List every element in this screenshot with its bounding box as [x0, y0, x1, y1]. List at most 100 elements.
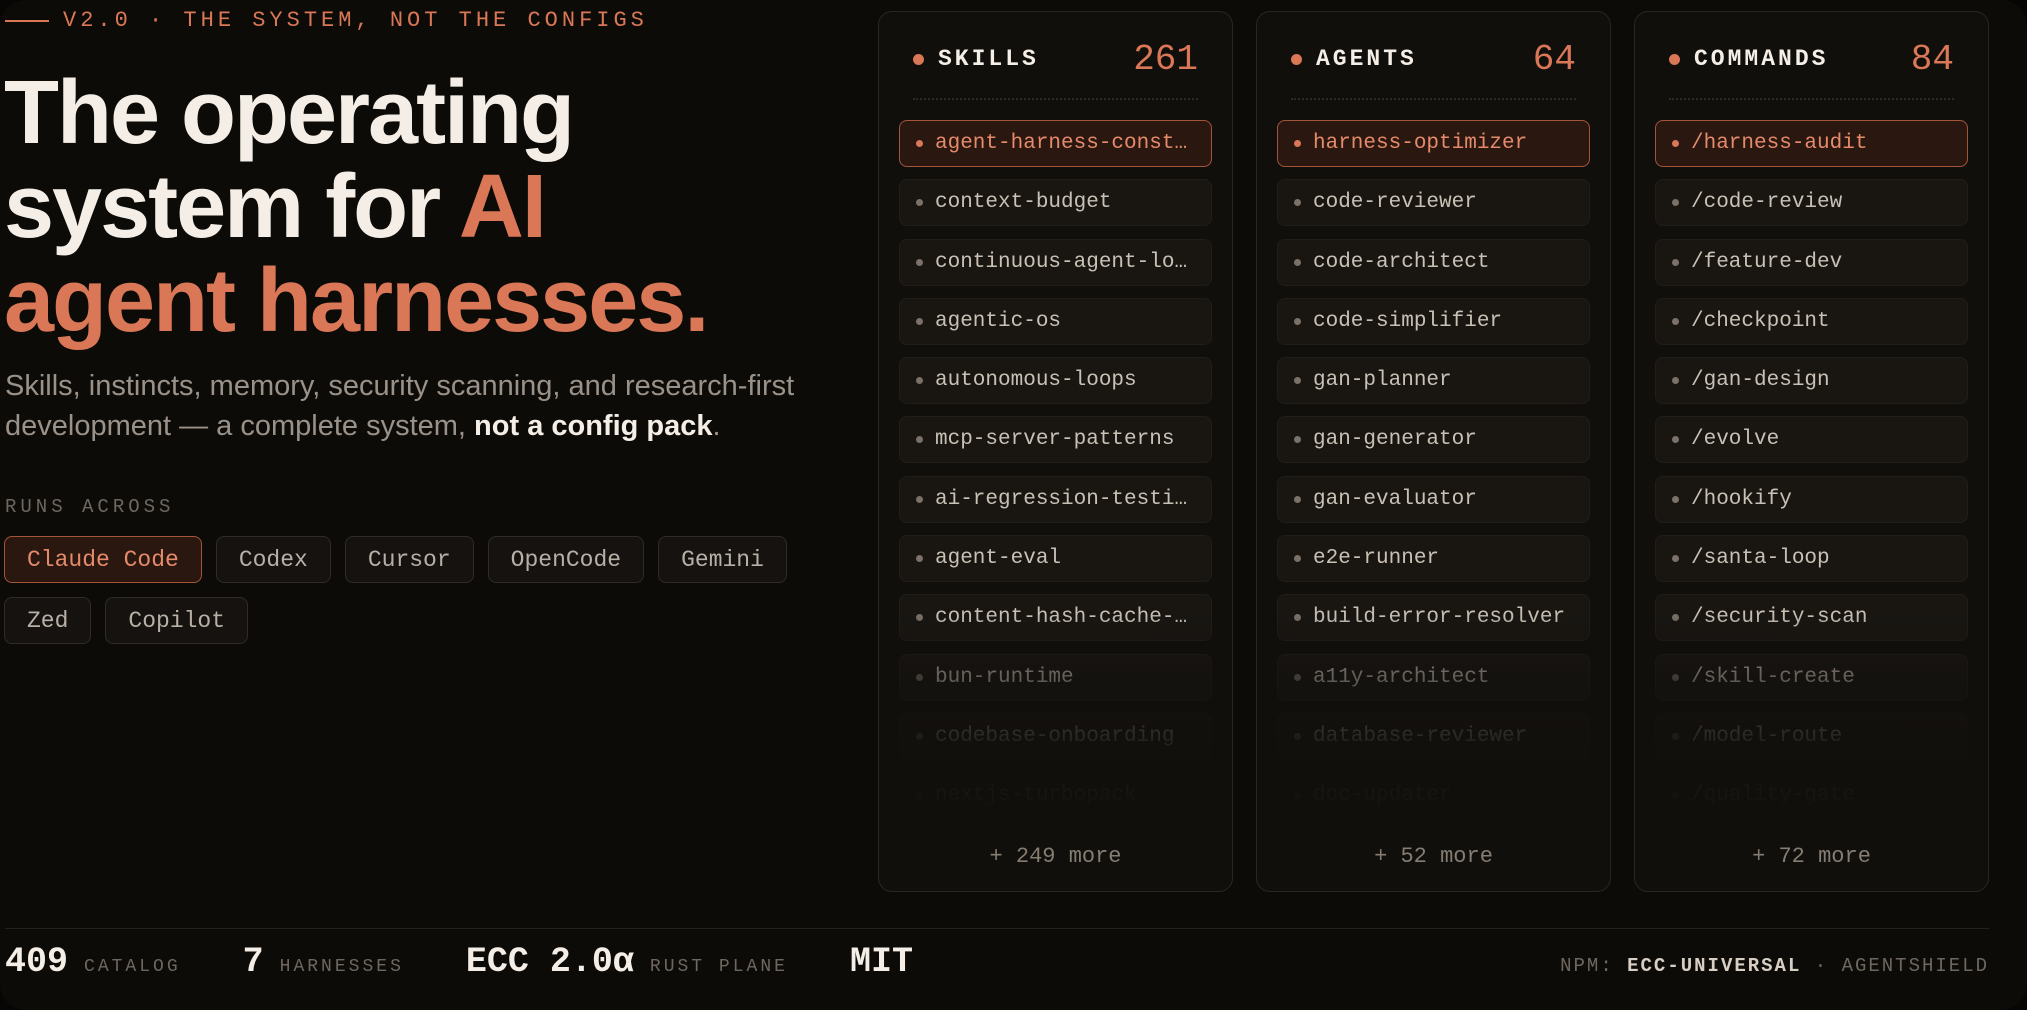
stat-catalog: 409 CATALOG [5, 942, 181, 982]
bullet-dot-icon [916, 792, 923, 800]
bullet-dot-icon [1294, 140, 1301, 147]
list-item[interactable]: code-simplifier [1277, 297, 1590, 345]
list-item[interactable]: /feature-dev [1655, 238, 1968, 286]
list-item[interactable]: continuous-agent-loop [899, 238, 1212, 286]
list-item[interactable]: /harness-audit [1655, 120, 1968, 167]
list-item[interactable]: gan-evaluator [1277, 475, 1590, 523]
version-eyebrow: V2.0 · THE SYSTEM, NOT THE CONFIGS [5, 8, 648, 33]
list-item[interactable]: codebase-onboarding [899, 712, 1212, 760]
list-item-label: /hookify [1691, 487, 1792, 511]
list-item[interactable]: code-reviewer [1277, 179, 1590, 227]
stat-value: MIT [849, 942, 913, 982]
bullet-dot-icon [916, 673, 923, 681]
bullet-dot-icon [916, 495, 923, 503]
list-item-label: doc-updater [1313, 784, 1452, 808]
bullet-dot-icon [1669, 53, 1680, 65]
npm-label: NPM: [1560, 955, 1628, 977]
list-item-label: /skill-create [1691, 665, 1855, 689]
stat-value: 7 [242, 942, 264, 982]
list-item[interactable]: autonomous-loops [899, 357, 1212, 405]
stat-harnesses: 7 HARNESSES [243, 942, 404, 982]
harness-chip-gemini[interactable]: Gemini [658, 536, 787, 583]
list-item[interactable]: agent-eval [899, 535, 1212, 583]
panel-title: COMMANDS [1694, 46, 1829, 72]
list-item-label: /quality-gate [1691, 784, 1855, 808]
list-item[interactable]: build-error-resolver [1277, 594, 1590, 642]
list-item[interactable]: /checkpoint [1655, 297, 1968, 345]
stat-license: MIT [850, 942, 913, 982]
list-item-label: gan-generator [1313, 428, 1477, 452]
bullet-dot-icon [1672, 317, 1679, 325]
list-item[interactable]: /gan-design [1655, 357, 1968, 405]
list-item[interactable]: agentic-os [899, 297, 1212, 345]
harness-chip-cursor[interactable]: Cursor [344, 536, 474, 583]
commands-panel: COMMANDS 84 /harness-audit/code-review/f… [1634, 11, 1989, 892]
footer-separator: · [1801, 955, 1842, 977]
list-item-label: database-reviewer [1313, 724, 1528, 748]
bullet-dot-icon [1672, 495, 1679, 503]
more-link[interactable]: + 52 more [1257, 844, 1610, 869]
list-item[interactable]: /quality-gate [1655, 772, 1968, 820]
list-item[interactable]: gan-planner [1277, 357, 1590, 405]
list-item[interactable]: doc-updater [1277, 772, 1590, 820]
harness-chip-codex[interactable]: Codex [215, 536, 331, 583]
list-item[interactable]: agent-harness-constr… [899, 120, 1212, 167]
npm-package-link[interactable]: ECC-UNIVERSAL [1627, 955, 1801, 977]
bullet-dot-icon [916, 614, 923, 622]
agentshield-link[interactable]: AGENTSHIELD [1842, 955, 1989, 977]
list-item[interactable]: /santa-loop [1655, 535, 1968, 583]
list-item[interactable]: content-hash-cache-p… [899, 594, 1212, 642]
list-item[interactable]: context-budget [899, 179, 1212, 227]
headline-line-3: agent harnesses. [4, 251, 709, 351]
list-item[interactable]: a11y-architect [1277, 653, 1590, 701]
harness-chip-opencode[interactable]: OpenCode [487, 536, 645, 583]
bullet-dot-icon [1672, 673, 1679, 681]
list-item[interactable]: /security-scan [1655, 594, 1968, 642]
list-item-label: codebase-onboarding [935, 724, 1175, 748]
list-item[interactable]: /skill-create [1655, 653, 1968, 701]
dotted-divider [1291, 98, 1576, 100]
stat-label: RUST PLANE [649, 957, 788, 977]
panel-header: COMMANDS 84 [1669, 34, 1954, 84]
more-link[interactable]: + 249 more [879, 844, 1232, 869]
bullet-dot-icon [1294, 199, 1301, 207]
list-item[interactable]: /code-review [1655, 179, 1968, 227]
list-item-label: code-reviewer [1313, 191, 1477, 215]
list-item[interactable]: mcp-server-patterns [899, 416, 1212, 464]
list-item-label: build-error-resolver [1313, 606, 1566, 630]
bullet-dot-icon [916, 555, 923, 563]
list-item[interactable]: e2e-runner [1277, 535, 1590, 583]
list-item-label: /security-scan [1691, 606, 1868, 630]
bullet-dot-icon [916, 377, 923, 385]
bullet-dot-icon [916, 732, 923, 740]
harness-chip-zed[interactable]: Zed [4, 597, 92, 644]
list-item-label: gan-evaluator [1313, 487, 1477, 511]
bullet-dot-icon [1294, 258, 1301, 266]
harness-chip-copilot[interactable]: Copilot [105, 597, 249, 644]
list-item[interactable]: bun-runtime [899, 653, 1212, 701]
list-item[interactable]: harness-optimizer [1277, 120, 1590, 167]
dotted-divider [913, 98, 1198, 100]
list-item[interactable]: /model-route [1655, 712, 1968, 760]
dotted-divider [1669, 98, 1954, 100]
bullet-dot-icon [1672, 199, 1679, 207]
bullet-dot-icon [1672, 377, 1679, 385]
list-item[interactable]: nextjs-turbopack [899, 772, 1212, 820]
list-item[interactable]: code-architect [1277, 238, 1590, 286]
list-item[interactable]: ai-regression-testing [899, 475, 1212, 523]
panel-item-list: agent-harness-constr… context-budget conti… [899, 120, 1212, 832]
subtitle-emphasis: not a config pack [474, 410, 713, 442]
harness-chip-claude-code[interactable]: Claude Code [4, 536, 202, 583]
list-item[interactable]: database-reviewer [1277, 712, 1590, 760]
list-item-label: /harness-audit [1691, 132, 1868, 155]
panel-count: 261 [1133, 38, 1198, 80]
stat-rust-plane: ECC 2.0α RUST PLANE [466, 942, 788, 982]
list-item-label: /feature-dev [1691, 250, 1843, 274]
bullet-dot-icon [1672, 555, 1679, 563]
list-item[interactable]: /hookify [1655, 475, 1968, 523]
bullet-dot-icon [1294, 614, 1301, 622]
more-link[interactable]: + 72 more [1635, 844, 1988, 869]
panel-item-list: harness-optimizer code-reviewer code-archi… [1277, 120, 1590, 832]
list-item[interactable]: /evolve [1655, 416, 1968, 464]
list-item[interactable]: gan-generator [1277, 416, 1590, 464]
